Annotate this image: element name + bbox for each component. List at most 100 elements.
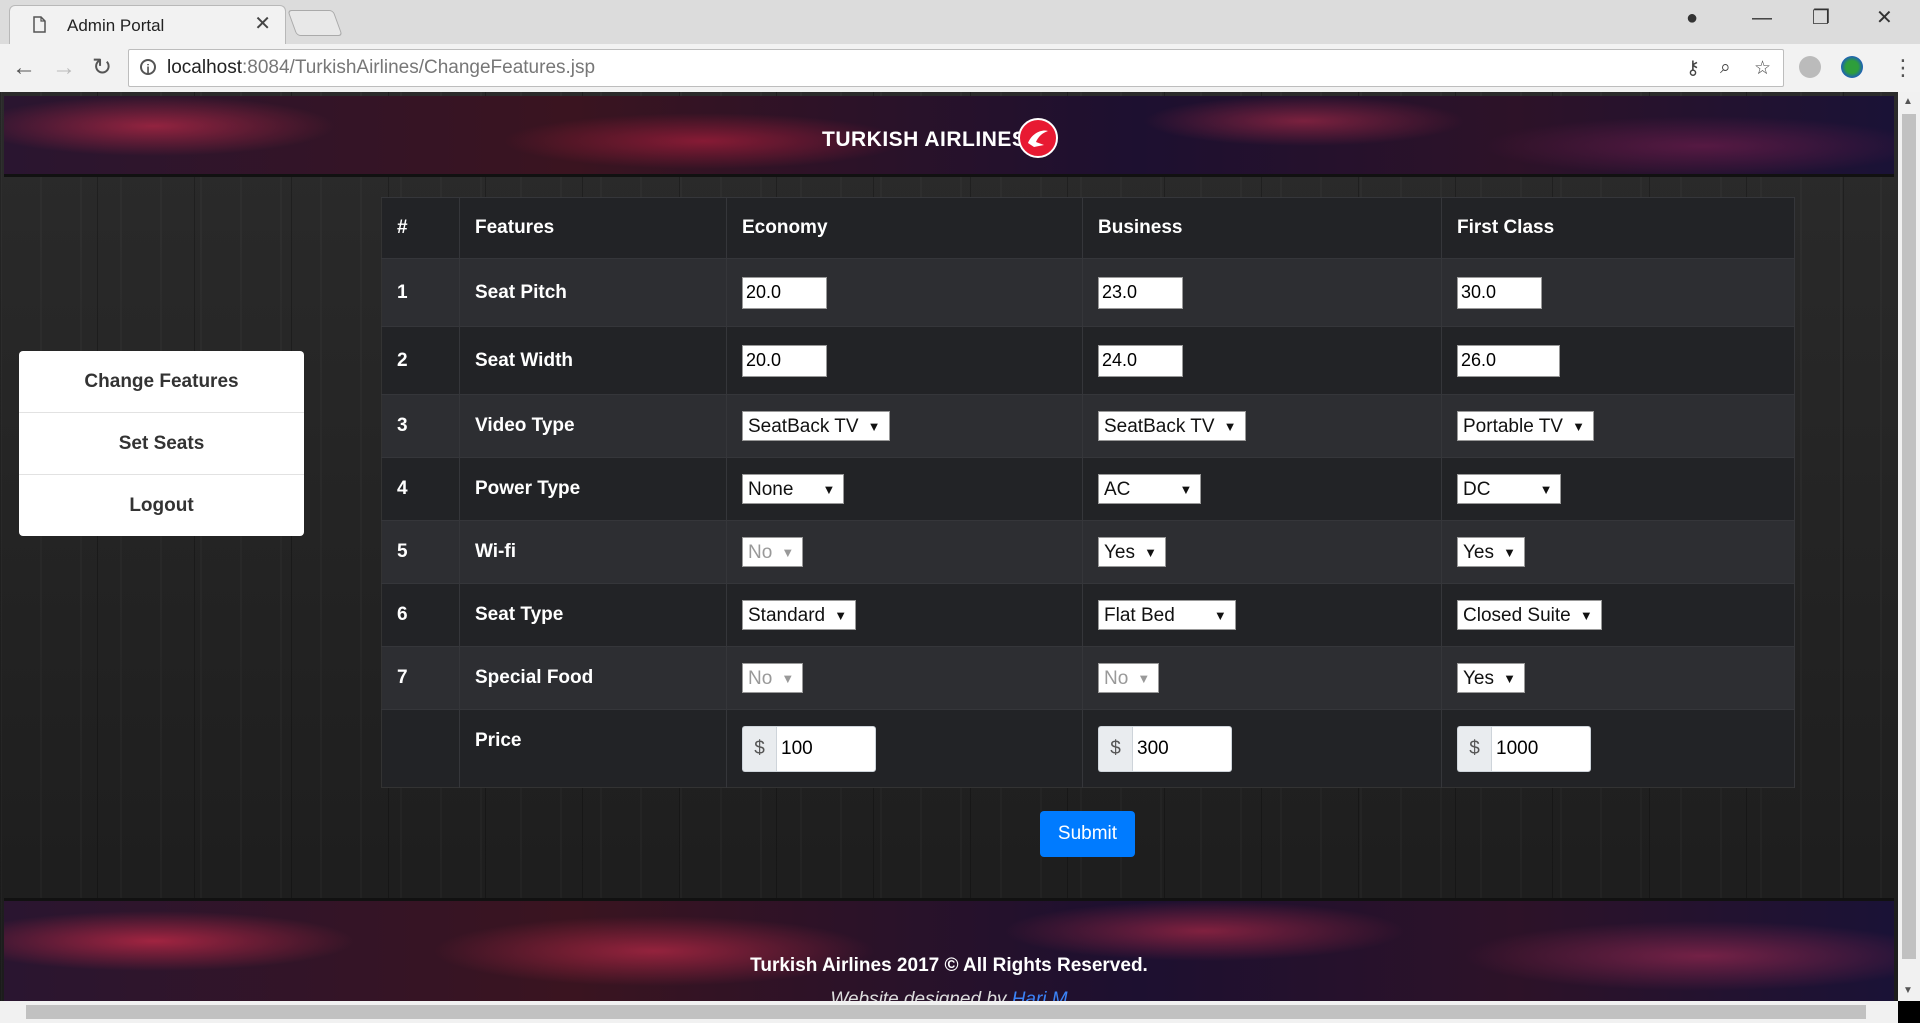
seat-width-economy-input[interactable] [742,344,827,377]
table-row: 4 Power Type None ▼ AC ▼ DC ▼ [381,457,1795,521]
credits-link[interactable]: Hari M [1012,989,1068,1001]
power-type-economy-select[interactable]: None ▼ [742,474,845,504]
menu-icon[interactable]: ⋮ [1892,55,1914,81]
header-features: Features [459,197,727,259]
sidebar-item-logout[interactable]: Logout [19,475,304,536]
video-type-business-select[interactable]: SeatBack TV ▼ [1098,411,1246,441]
header-economy: Economy [726,197,1083,259]
select-value: Yes [1463,542,1494,563]
currency-addon: $ [1098,725,1132,772]
scroll-down-icon[interactable]: ▼ [1903,985,1913,996]
info-icon[interactable]: i [140,59,156,76]
select-value: None [748,479,794,500]
power-type-first-select[interactable]: DC ▼ [1457,474,1562,504]
sidebar-item-set-seats[interactable]: Set Seats [19,413,304,475]
new-tab-button[interactable] [287,10,343,36]
credits-prefix: Website designed by [830,989,1012,1001]
zoom-icon[interactable]: ⌕ [1720,57,1731,79]
price-business-group: $ [1098,725,1232,772]
back-icon[interactable]: ← [12,55,36,81]
select-value: SeatBack TV [1104,416,1215,437]
price-business-input[interactable] [1132,725,1232,772]
horizontal-scrollbar[interactable] [0,1001,1898,1023]
features-table: # Features Economy Business First Class … [381,197,1795,788]
minimize-icon[interactable]: — [1752,6,1772,30]
feature-name: Price [459,709,727,788]
header-business: Business [1082,197,1442,259]
key-icon[interactable]: ⚷ [1686,57,1700,80]
scroll-up-icon[interactable]: ▲ [1903,96,1913,107]
seat-type-economy-select[interactable]: Standard ▼ [742,600,857,630]
select-value: AC [1104,479,1131,500]
address-bar[interactable]: i localhost:8084/TurkishAirlines/ChangeF… [128,49,1784,87]
row-number: 6 [381,583,460,647]
dropdown-arrow-icon: ▼ [1572,419,1585,434]
row-number: 3 [381,394,460,458]
footer-credits: Website designed by Hari M [4,989,1894,1001]
row-number: 5 [381,520,460,584]
special-food-first-select[interactable]: Yes ▼ [1457,663,1525,693]
feature-name: Power Type [459,457,727,521]
tab-close-icon[interactable]: ✕ [254,14,271,34]
dropdown-arrow-icon: ▼ [1503,545,1516,560]
dropdown-arrow-icon: ▼ [1539,482,1553,497]
profile-icon[interactable]: ● [1686,6,1698,30]
scrollbar-thumb[interactable] [26,1005,1866,1019]
dropdown-arrow-icon: ▼ [1213,608,1227,623]
select-value: No [1104,668,1129,689]
seat-width-business-input[interactable] [1098,344,1183,377]
window-close-icon[interactable]: ✕ [1876,6,1893,30]
dropdown-arrow-icon: ▼ [1503,671,1516,686]
browser-tab[interactable]: Admin Portal ✕ [9,5,286,45]
table-row: 3 Video Type SeatBack TV ▼ SeatBack TV ▼ P… [381,394,1795,458]
vertical-scrollbar[interactable]: ▲ ▼ [1898,92,1920,1001]
table-row: 5 Wi-fi No ▼ Yes ▼ Yes ▼ [381,520,1795,584]
reload-icon[interactable]: ↻ [92,55,112,81]
restore-icon[interactable]: ❐ [1812,6,1830,30]
feature-name: Video Type [459,394,727,458]
sidebar-item-change-features[interactable]: Change Features [19,351,304,413]
wifi-first-select[interactable]: Yes ▼ [1457,537,1525,567]
wifi-business-select[interactable]: Yes ▼ [1098,537,1166,567]
table-row: Price $ $ $ [381,709,1795,788]
footer-copyright: Turkish Airlines 2017 © All Rights Reser… [750,955,1148,976]
seat-pitch-economy-input[interactable] [742,276,827,309]
seat-pitch-business-input[interactable] [1098,276,1183,309]
table-row: 1 Seat Pitch [381,258,1795,327]
wifi-economy-select: No ▼ [742,537,804,567]
submit-button[interactable]: Submit [1040,811,1135,857]
power-type-business-select[interactable]: AC ▼ [1098,474,1202,504]
forward-icon[interactable]: → [52,55,76,81]
scrollbar-thumb[interactable] [1902,114,1916,959]
dropdown-arrow-icon: ▼ [781,671,795,686]
dropdown-arrow-icon: ▼ [867,419,881,434]
price-economy-input[interactable] [776,725,876,772]
video-type-first-select[interactable]: Portable TV ▼ [1457,411,1594,441]
row-number: 4 [381,457,460,521]
browser-toolbar: ← → ↻ i localhost:8084/TurkishAirlines/C… [0,44,1920,93]
video-type-economy-select[interactable]: SeatBack TV ▼ [742,411,890,441]
select-value: SeatBack TV [748,416,859,437]
special-food-business-select: No ▼ [1098,663,1160,693]
feature-name: Seat Type [459,583,727,647]
currency-addon: $ [1457,725,1491,772]
table-row: 2 Seat Width [381,326,1795,395]
feature-name: Seat Pitch [459,258,727,327]
chat-extension-icon[interactable] [1799,56,1821,78]
dropdown-arrow-icon: ▼ [822,482,836,497]
select-value: No [748,542,773,563]
footer-banner: Turkish Airlines 2017 © All Rights Reser… [4,898,1894,1001]
select-value: Flat Bed [1104,605,1175,626]
seat-width-first-input[interactable] [1457,344,1560,377]
url-text: localhost:8084/TurkishAirlines/ChangeFea… [167,57,596,78]
bookmark-star-icon[interactable]: ☆ [1754,57,1771,80]
seat-type-first-select[interactable]: Closed Suite ▼ [1457,600,1602,630]
dropdown-arrow-icon: ▼ [781,545,795,560]
table-row: 6 Seat Type Standard ▼ Flat Bed ▼ Closed S… [381,583,1795,647]
seat-pitch-first-input[interactable] [1457,276,1542,309]
price-first-input[interactable] [1491,725,1591,772]
dropdown-arrow-icon: ▼ [834,608,848,623]
page-content: TURKISH AIRLINES Change Features Set Sea… [0,92,1898,1001]
globe-extension-icon[interactable] [1841,56,1863,78]
seat-type-business-select[interactable]: Flat Bed ▼ [1098,600,1236,630]
